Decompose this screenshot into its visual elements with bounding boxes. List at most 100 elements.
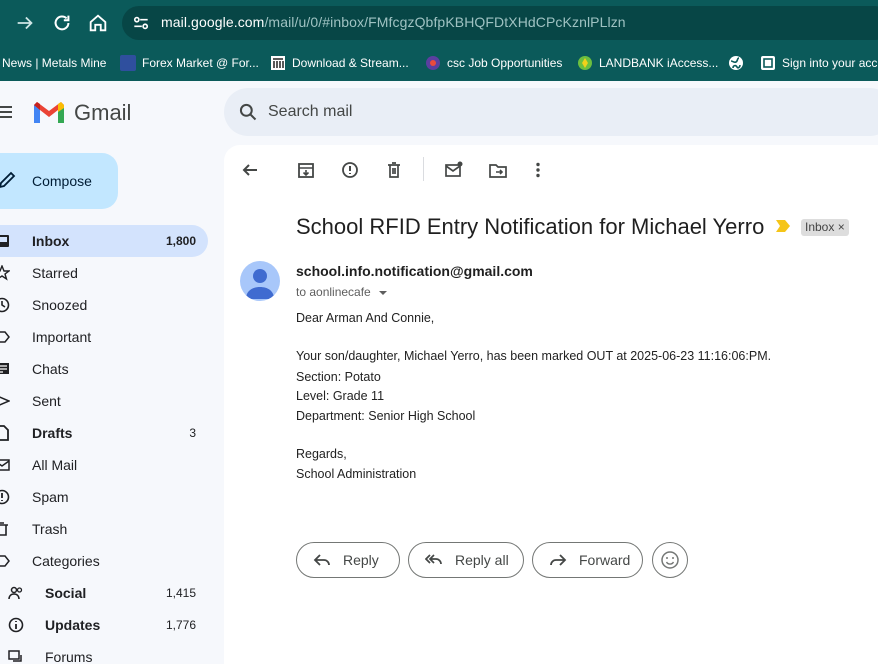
more-options-icon[interactable] <box>528 160 548 180</box>
avatar[interactable] <box>240 261 280 301</box>
label-icon <box>0 555 10 567</box>
nav-item-categories[interactable]: Categories <box>0 545 210 577</box>
sender-email[interactable]: school.info.notification@gmail.com <box>296 263 533 279</box>
csc-logo-icon <box>425 55 441 71</box>
outlook-icon <box>760 55 776 71</box>
site-settings-icon[interactable] <box>131 13 151 33</box>
mark-unread-icon[interactable] <box>444 160 464 180</box>
url-host: mail.google.com <box>161 14 265 30</box>
nav-label: All Mail <box>32 457 78 473</box>
bookmark-label: csc Job Opportunities <box>447 56 563 70</box>
back-arrow-icon[interactable] <box>240 160 260 180</box>
label-chip-text: Inbox <box>805 220 835 234</box>
archive-icon[interactable] <box>296 160 316 180</box>
reload-icon[interactable] <box>51 12 73 34</box>
flag-icon <box>120 55 136 71</box>
bookmarks-bar: News | Metals Mine Forex Market @ For...… <box>0 45 878 81</box>
nav-label: Categories <box>32 553 100 569</box>
landbank-icon <box>577 55 593 71</box>
nav-item-inbox[interactable]: Inbox 1,800 <box>0 225 210 257</box>
bookmark-landbank[interactable]: LANDBANK iAccess... <box>577 53 718 73</box>
nav-label: Drafts <box>32 425 73 441</box>
bookmark-label: News | Metals Mine <box>2 56 107 70</box>
nav-item-forums[interactable]: Forums <box>0 641 210 664</box>
forward-icon[interactable] <box>14 12 36 34</box>
draft-icon <box>0 425 9 441</box>
emoji-reaction-button[interactable] <box>652 542 688 578</box>
nav-item-social[interactable]: Social 1,415 <box>0 577 210 609</box>
building-icon <box>270 55 286 71</box>
nav-item-spam[interactable]: Spam <box>0 481 210 513</box>
nav-label: Inbox <box>32 233 70 249</box>
people-icon <box>8 586 23 600</box>
nav-count: 1,415 <box>165 586 196 600</box>
caret-down-icon[interactable] <box>378 288 388 298</box>
important-icon <box>0 331 10 343</box>
body-department: Department: Senior High School <box>296 409 476 423</box>
forward-label: Forward <box>579 552 631 568</box>
nav-item-important[interactable]: Important <box>0 321 210 353</box>
nav-item-chats[interactable]: Chats <box>0 353 210 385</box>
nav-label: Important <box>32 329 92 345</box>
nav-label: Starred <box>32 265 78 281</box>
nav-count: 1,800 <box>165 234 196 248</box>
reply-label: Reply <box>343 552 379 568</box>
body-greeting: Dear Arman And Connie, <box>296 311 435 325</box>
reply-all-button[interactable]: Reply all <box>408 542 524 578</box>
mail-icon <box>0 459 10 471</box>
url-path: /mail/u/0/#inbox/FMfcgzQbfpKBHQFDtXHdCPc… <box>264 14 626 30</box>
search-icon[interactable] <box>238 102 258 122</box>
trash-icon <box>0 522 8 536</box>
smiley-icon <box>661 551 679 569</box>
nav-item-trash[interactable]: Trash <box>0 513 210 545</box>
bookmark-forex[interactable]: Forex Market @ For... <box>120 53 259 73</box>
body-section: Section: Potato <box>296 370 381 384</box>
nav-label: Sent <box>32 393 61 409</box>
nav-item-starred[interactable]: Starred <box>0 257 210 289</box>
nav-label: Trash <box>32 521 68 537</box>
recipient-line[interactable]: to aonlinecafe <box>296 285 388 299</box>
forward-arrow-icon <box>550 554 567 566</box>
browser-address-bar: mail.google.com/mail/u/0/#inbox/FMfcgzQb… <box>0 0 878 45</box>
remove-label-button[interactable]: × <box>838 220 845 234</box>
move-to-icon[interactable] <box>488 160 508 180</box>
clock-icon <box>0 297 10 313</box>
home-icon[interactable] <box>87 12 109 34</box>
search-input[interactable]: Search mail <box>268 103 352 121</box>
bookmark-download[interactable]: Download & Stream... <box>270 53 409 73</box>
body-closing: Regards, <box>296 447 347 461</box>
delete-icon[interactable] <box>384 160 404 180</box>
body-level: Level: Grade 11 <box>296 389 385 403</box>
main-menu-icon[interactable] <box>0 104 14 120</box>
compose-label: Compose <box>32 173 92 189</box>
gmail-wordmark: Gmail <box>74 100 132 125</box>
chat-icon <box>0 363 9 374</box>
nav-item-all-mail[interactable]: All Mail <box>0 449 210 481</box>
nav-item-sent[interactable]: Sent <box>0 385 210 417</box>
bookmark-csc[interactable]: csc Job Opportunities <box>425 53 562 73</box>
bookmark-globe[interactable] <box>728 53 750 73</box>
bookmark-signin[interactable]: Sign into your acc <box>760 53 877 73</box>
reply-all-icon <box>425 554 442 565</box>
importance-marker-icon[interactable] <box>776 220 790 232</box>
nav-count: 3 <box>189 426 196 440</box>
url-text[interactable]: mail.google.com/mail/u/0/#inbox/FMfcgzQb… <box>161 14 626 30</box>
report-spam-icon[interactable] <box>340 160 360 180</box>
nav-item-snoozed[interactable]: Snoozed <box>0 289 210 321</box>
nav-item-updates[interactable]: Updates 1,776 <box>0 609 210 641</box>
reply-button[interactable]: Reply <box>296 542 400 578</box>
nav-label: Spam <box>32 489 69 505</box>
gmail-logo-icon[interactable] <box>32 99 66 125</box>
nav-label: Chats <box>32 361 69 377</box>
nav-count: 1,776 <box>165 618 196 632</box>
inbox-icon <box>0 235 9 247</box>
nav-label: Updates <box>45 617 101 633</box>
spam-icon <box>0 489 10 505</box>
bookmark-news[interactable]: News | Metals Mine <box>2 53 106 73</box>
nav-item-drafts[interactable]: Drafts 3 <box>0 417 210 449</box>
send-icon <box>0 396 10 406</box>
inbox-label-chip[interactable]: Inbox × <box>801 219 849 236</box>
forward-button[interactable]: Forward <box>532 542 643 578</box>
bookmark-label: LANDBANK iAccess... <box>599 56 719 70</box>
star-icon <box>0 265 10 281</box>
